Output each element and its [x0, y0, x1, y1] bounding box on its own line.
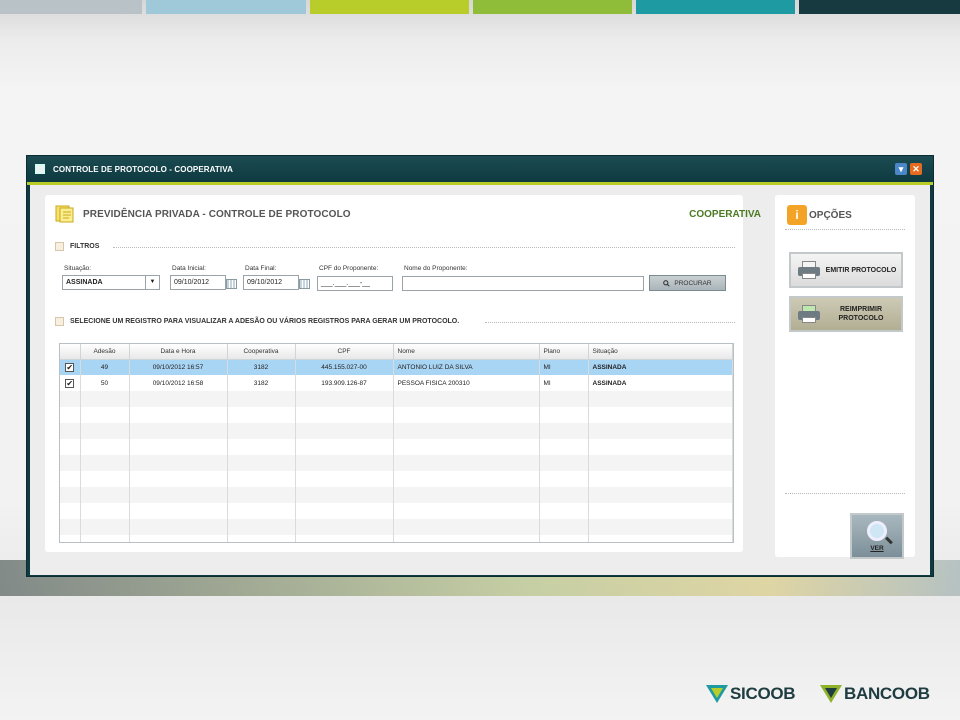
emitir-protocolo-button[interactable]: EMITIR PROTOCOLO — [789, 252, 903, 288]
calendar-icon[interactable] — [226, 279, 237, 289]
nome-label: Nome do Proponente: — [404, 265, 468, 272]
col-data-hora[interactable]: Data e Hora — [129, 344, 228, 360]
search-button-label: PROCURAR — [674, 279, 712, 287]
table-row[interactable]: ✔ 50 09/10/2012 16:58 3182 193.909.126-8… — [60, 375, 733, 391]
divider — [785, 229, 905, 230]
cell-data-hora: 09/10/2012 16:57 — [129, 359, 228, 375]
cell-plano: MI — [539, 359, 589, 375]
window-icon — [35, 164, 45, 174]
grid-header: SELECIONE UM REGISTRO PARA VISUALIZAR A … — [55, 317, 459, 326]
calendar-icon[interactable] — [299, 279, 310, 289]
main-panel: PREVIDÊNCIA PRIVADA - CONTROLE DE PROTOC… — [45, 195, 761, 552]
empty-row — [60, 471, 733, 487]
reimprimir-protocolo-button[interactable]: REIMPRIMIR PROTOCOLO — [789, 296, 903, 332]
data-inicial-label: Data Inicial: — [172, 265, 206, 272]
options-header: i OPÇÕES — [787, 205, 852, 225]
empty-row — [60, 439, 733, 455]
bancoob-wordmark: BANCOOB — [844, 684, 930, 703]
filters-title: FILTROS — [70, 243, 100, 250]
search-button[interactable]: PROCURAR — [649, 275, 726, 291]
data-final-field[interactable]: 09/10/2012 — [243, 275, 299, 290]
cell-situacao: ASSINADA — [588, 375, 733, 391]
col-adesao[interactable]: Adesão — [80, 344, 130, 360]
reimprimir-label: REIMPRIMIR PROTOCOLO — [838, 306, 884, 322]
options-panel: i OPÇÕES EMITIR PROTOCOLO REIMPRIMIR PRO… — [775, 195, 915, 559]
minimize-button[interactable]: ▾ — [895, 163, 907, 175]
cell-adesao: 50 — [80, 375, 130, 391]
info-icon: i — [787, 205, 807, 225]
section-icon — [55, 317, 64, 326]
divider — [485, 322, 735, 323]
row-checkbox[interactable]: ✔ — [65, 378, 75, 388]
situacao-select[interactable]: ASSINADA ▼ — [62, 275, 160, 290]
close-button[interactable]: ✕ — [910, 163, 922, 175]
records-table: Adesão Data e Hora Cooperativa CPF Nome … — [59, 343, 734, 543]
col-plano[interactable]: Plano — [539, 344, 589, 360]
search-icon — [663, 279, 671, 287]
table-row[interactable]: ✔ 49 09/10/2012 16:57 3182 445.155.027-0… — [60, 359, 733, 375]
empty-row — [60, 487, 733, 503]
cell-nome: ANTONIO LUIZ DA SILVA — [393, 359, 540, 375]
cell-nome: PESSOA FISICA 200310 — [393, 375, 540, 391]
section-icon — [55, 242, 64, 251]
cell-cooperativa: 3182 — [227, 359, 296, 375]
col-cooperativa[interactable]: Cooperativa — [227, 344, 296, 360]
magnifier-icon — [867, 520, 887, 541]
row-checkbox[interactable]: ✔ — [65, 362, 75, 372]
cell-situacao: ASSINADA — [588, 359, 733, 375]
empty-row — [60, 535, 733, 542]
col-select[interactable] — [60, 344, 81, 360]
cpf-field[interactable]: ___.___.___-__ — [317, 276, 393, 291]
situacao-label: Situação: — [64, 265, 92, 272]
empty-row — [60, 503, 733, 519]
empty-row — [60, 407, 733, 423]
grid-instructions: SELECIONE UM REGISTRO PARA VISUALIZAR A … — [70, 318, 460, 325]
title-bar: CONTROLE DE PROTOCOLO - COOPERATIVA ▾ ✕ — [27, 156, 933, 182]
bancoob-logo: BANCOOB — [820, 683, 930, 705]
page-title: PREVIDÊNCIA PRIVADA - CONTROLE DE PROTOC… — [83, 209, 351, 220]
cell-cooperativa: 3182 — [227, 375, 296, 391]
empty-row — [60, 455, 733, 471]
data-inicial-field[interactable]: 09/10/2012 — [170, 275, 226, 290]
data-final-label: Data Final: — [245, 265, 277, 272]
reprint-icon — [797, 305, 821, 323]
empty-row — [60, 519, 733, 535]
sicoob-logo: SICOOB — [706, 683, 796, 705]
options-title: OPÇÕES — [809, 209, 852, 221]
cell-data-hora: 09/10/2012 16:58 — [129, 375, 228, 391]
documents-icon — [55, 205, 74, 223]
sicoob-wordmark: SICOOB — [730, 684, 796, 703]
ver-button[interactable]: VER — [850, 513, 904, 559]
context-label: COOPERATIVA — [689, 209, 761, 220]
table-header-row: Adesão Data e Hora Cooperativa CPF Nome … — [60, 344, 733, 360]
app-window: CONTROLE DE PROTOCOLO - COOPERATIVA ▾ ✕ … — [26, 155, 934, 577]
cell-cpf: 193.909.126-87 — [295, 375, 394, 391]
filters-header: FILTROS — [55, 242, 99, 251]
empty-row — [60, 423, 733, 439]
emitir-label: EMITIR PROTOCOLO — [825, 266, 897, 274]
cell-plano: MI — [539, 375, 589, 391]
printer-icon — [797, 261, 821, 279]
cell-cpf: 445.155.027-00 — [295, 359, 394, 375]
empty-row — [60, 391, 733, 407]
chevron-down-icon[interactable]: ▼ — [145, 276, 159, 289]
divider — [785, 493, 905, 494]
col-cpf[interactable]: CPF — [295, 344, 394, 360]
window-title: CONTROLE DE PROTOCOLO - COOPERATIVA — [53, 164, 233, 174]
bancoob-mark-icon — [820, 685, 842, 703]
divider — [113, 247, 735, 248]
top-color-strip — [0, 0, 960, 14]
nome-field[interactable] — [402, 276, 644, 291]
col-situacao[interactable]: Situação — [588, 344, 733, 360]
ver-label: VER — [870, 544, 884, 552]
col-nome[interactable]: Nome — [393, 344, 540, 360]
cell-adesao: 49 — [80, 359, 130, 375]
situacao-value: ASSINADA — [66, 279, 103, 286]
window-content: PREVIDÊNCIA PRIVADA - CONTROLE DE PROTOC… — [30, 185, 930, 575]
cpf-label: CPF do Proponente: — [319, 265, 379, 272]
sicoob-mark-icon — [706, 685, 728, 703]
